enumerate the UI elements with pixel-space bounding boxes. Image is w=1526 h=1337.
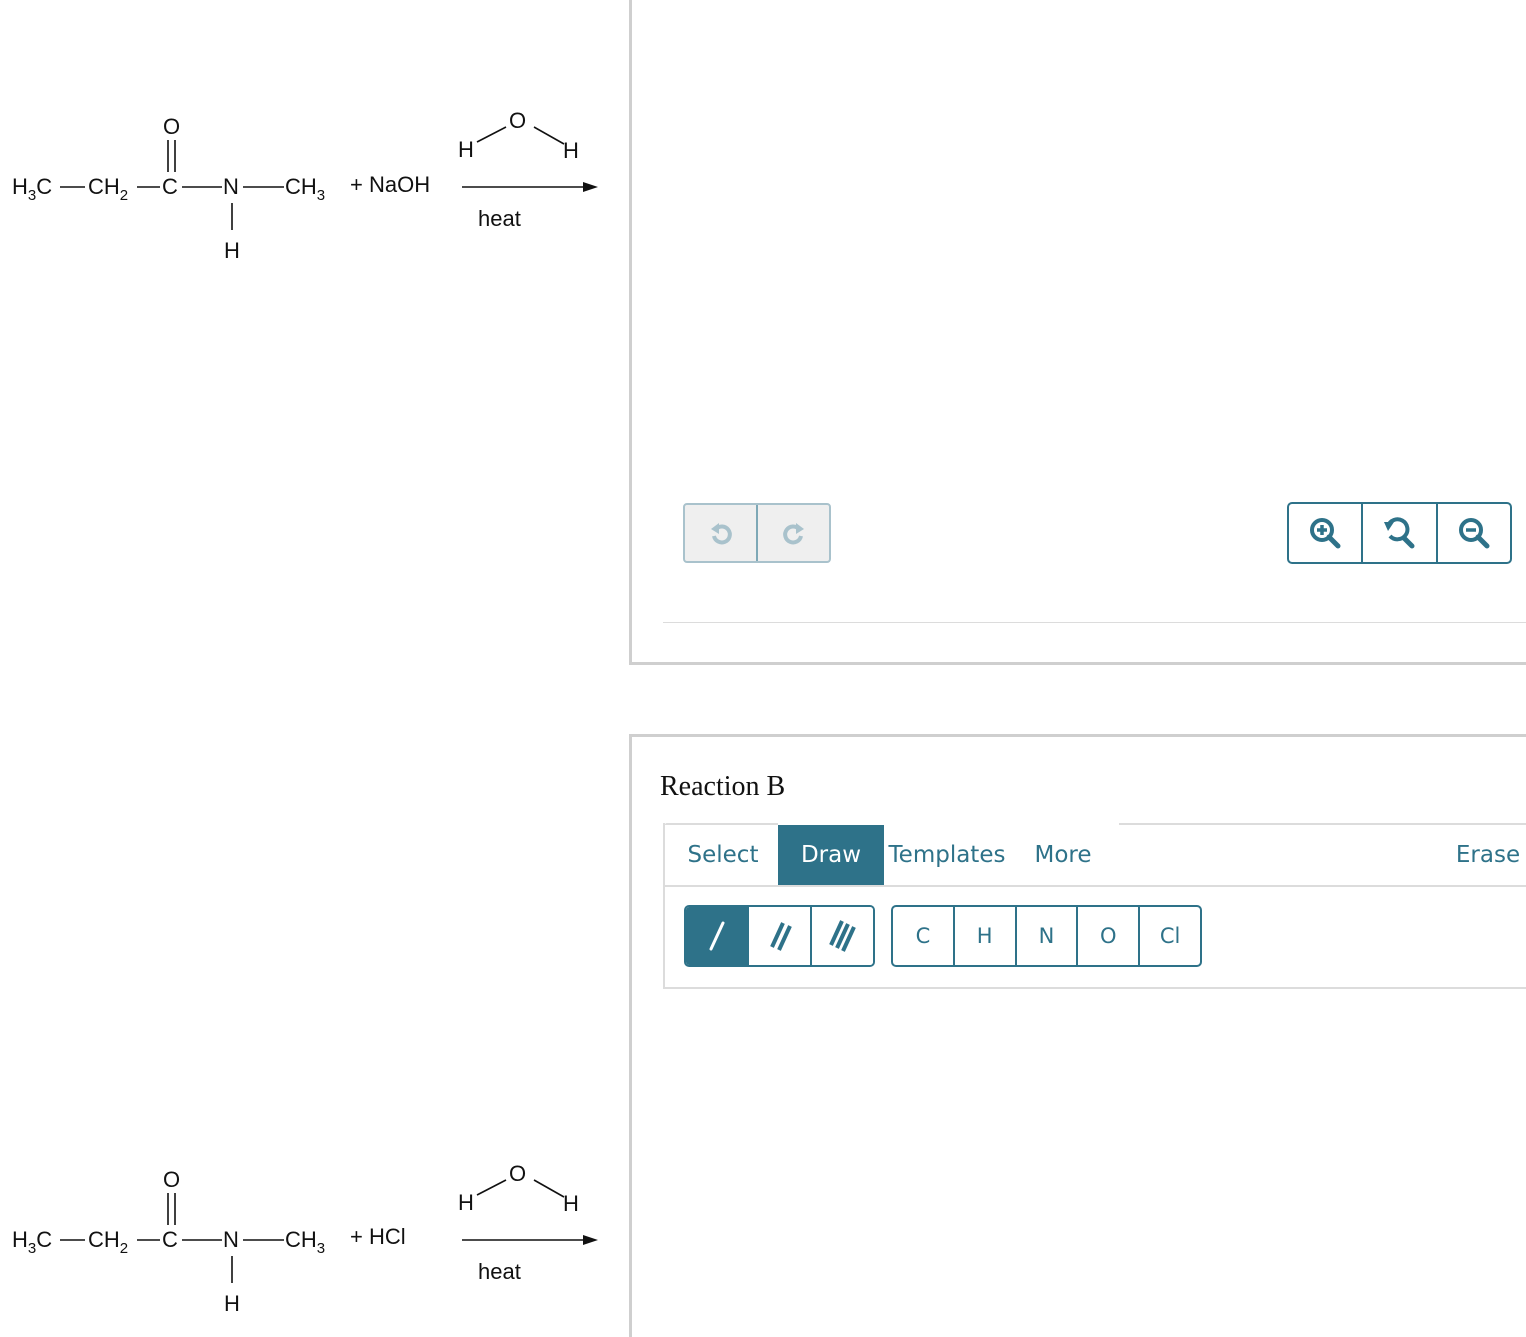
atom-nh: H [224,1291,240,1316]
atom-o-button[interactable]: O [1076,907,1138,965]
history-controls [683,503,831,563]
zoom-out-icon [1458,518,1490,549]
water-h-right: H [563,138,579,163]
zoom-out-button[interactable] [1435,504,1510,562]
reagent-text: + NaOH [350,172,430,197]
panel-title: Reaction B [660,771,786,802]
atom-ch2: CH2 [88,174,128,204]
draw-tools: C H N O Cl [663,887,1526,989]
reaction-b-sketcher: Reaction B Select Draw Templates More Er… [629,734,1526,1337]
atom-c-button[interactable]: C [893,907,953,965]
reaction-arrow-head [583,182,598,192]
reaction-a-sketcher [629,0,1526,665]
mode-tabs: Select Draw Templates More Erase [663,823,1526,887]
water-h-left: H [458,137,474,162]
water-h-left: H [458,1190,474,1215]
atom-n: N [223,174,239,199]
atom-h3c: H3C [12,1227,52,1257]
atom-h3c: H3C [12,174,52,204]
condition-text: heat [478,1259,521,1284]
atom-c: C [162,1227,178,1252]
atom-o: O [163,1167,180,1192]
atom-ch2: CH2 [88,1227,128,1257]
atom-n-button[interactable]: N [1014,907,1077,965]
triple-bond-button[interactable] [810,907,873,965]
undo-button[interactable] [685,505,756,561]
water-o: O [509,108,526,133]
condition-text: heat [478,206,521,231]
zoom-reset-icon [1384,517,1415,549]
water-o: O [509,1161,526,1186]
atom-ch3: CH3 [285,174,325,204]
tab-more[interactable]: More [1021,825,1105,885]
redo-button[interactable] [756,505,829,561]
reaction-a-scheme: H3C CH2 C N CH3 O H + NaOH H O H heat [0,100,620,280]
atom-o: O [163,114,180,139]
triple-bond-icon [828,920,856,952]
bond-tools [684,905,875,967]
tab-templates[interactable]: Templates [887,825,1007,885]
atom-nh: H [224,238,240,263]
zoom-in-icon [1310,518,1341,549]
single-bond-button[interactable] [686,907,747,965]
tab-draw[interactable]: Draw [778,825,884,885]
undo-icon [710,523,732,545]
reaction-b-scheme: H3C CH2 C N CH3 O H + HCl H O H heat [0,1153,620,1333]
double-bond-button[interactable] [747,907,810,965]
water-h-right: H [563,1191,579,1216]
atom-ch3: CH3 [285,1227,325,1257]
atom-h-button[interactable]: H [952,907,1015,965]
reagent-text: + HCl [350,1224,406,1249]
zoom-in-button[interactable] [1289,504,1361,562]
atom-c: C [162,174,178,199]
atom-cl-button[interactable]: Cl [1138,907,1200,965]
sketcher-toolbar: Select Draw Templates More Erase C H N O… [663,823,1526,989]
zoom-controls [1287,502,1512,564]
reaction-arrow-head [583,1235,598,1245]
tab-select[interactable]: Select [669,825,777,885]
panel-divider [663,622,1526,623]
atom-tools: C H N O Cl [891,905,1202,967]
erase-button[interactable]: Erase [1445,825,1526,885]
single-bond-icon [709,921,724,951]
zoom-reset-button[interactable] [1361,504,1435,562]
double-bond-icon [769,922,792,951]
redo-icon [782,523,804,545]
atom-n: N [223,1227,239,1252]
